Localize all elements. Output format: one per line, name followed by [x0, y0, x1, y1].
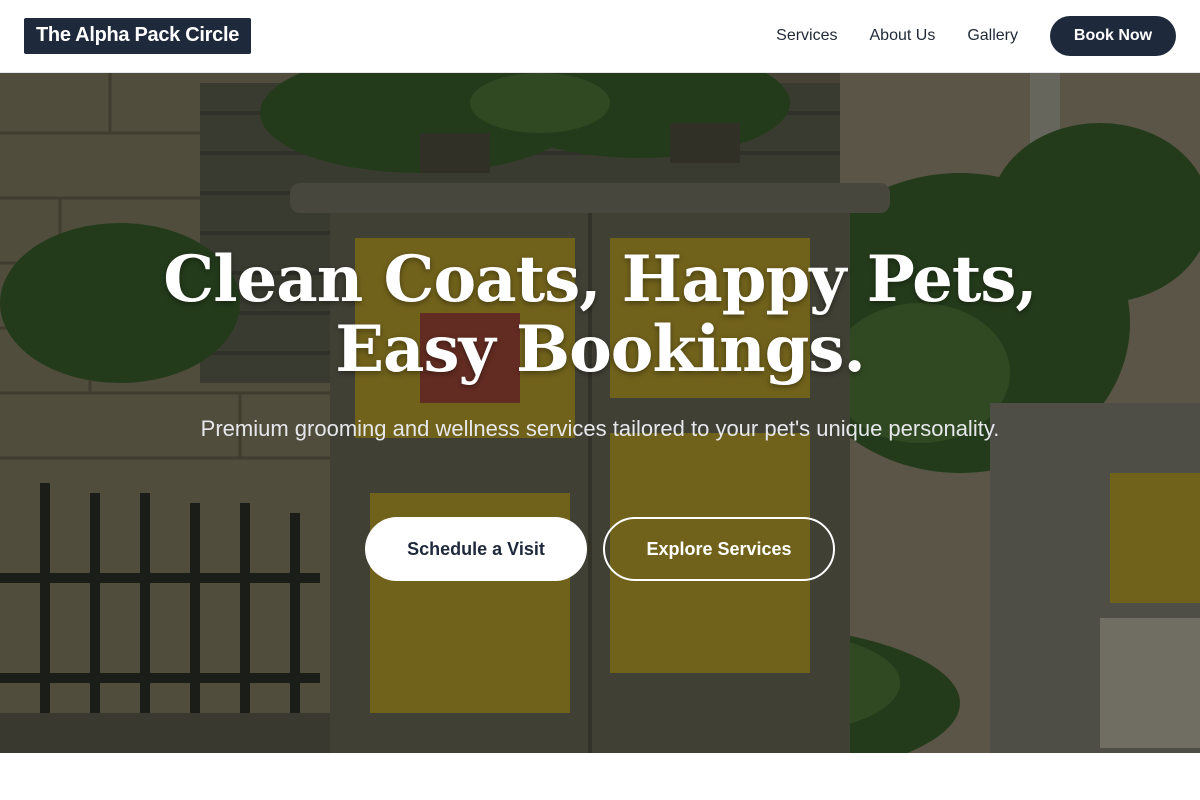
- book-now-button[interactable]: Book Now: [1050, 16, 1176, 56]
- hero-section: Clean Coats, Happy Pets, Easy Bookings. …: [0, 73, 1200, 753]
- site-header: The Alpha Pack Circle Services About Us …: [0, 0, 1200, 73]
- hero-actions: Schedule a Visit Explore Services: [0, 517, 1200, 581]
- nav-link-about-us[interactable]: About Us: [870, 27, 936, 45]
- explore-services-button[interactable]: Explore Services: [603, 517, 835, 581]
- hero-title-line-2: Easy Bookings.: [335, 312, 865, 387]
- hero-title-line-1: Clean Coats, Happy Pets,: [163, 242, 1037, 317]
- nav-link-services[interactable]: Services: [776, 27, 837, 45]
- hero-content: Clean Coats, Happy Pets, Easy Bookings. …: [0, 73, 1200, 753]
- next-section-start: [0, 753, 1200, 800]
- hero-subtitle: Premium grooming and wellness services t…: [200, 416, 1000, 441]
- schedule-visit-button[interactable]: Schedule a Visit: [365, 517, 587, 581]
- site-logo[interactable]: The Alpha Pack Circle: [24, 18, 252, 54]
- nav-link-gallery[interactable]: Gallery: [967, 27, 1018, 45]
- hero-title: Clean Coats, Happy Pets, Easy Bookings.: [0, 245, 1200, 385]
- main-nav: Services About Us Gallery Book Now: [776, 16, 1176, 56]
